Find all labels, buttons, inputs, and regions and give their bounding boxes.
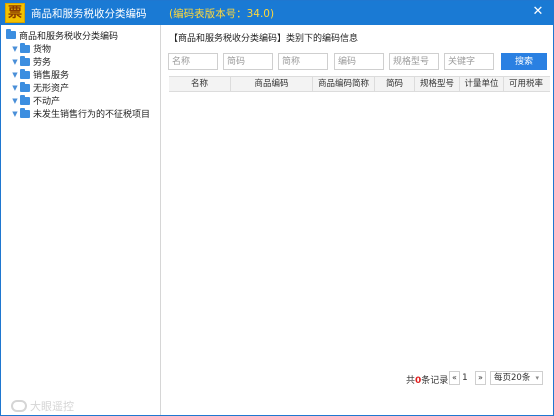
page-size-value: 每页20条 xyxy=(494,373,531,383)
tree-root-label: 商品和服务税收分类编码 xyxy=(19,31,119,42)
prev-page-button[interactable]: « xyxy=(449,371,460,385)
code-table-version: (编码表版本号：34.0) xyxy=(169,8,275,20)
tree-item-real-estate[interactable]: ▼ 不动产 xyxy=(11,94,60,107)
window-title: 商品和服务税收分类编码 xyxy=(31,8,147,20)
remote-watermark: 大眼遥控 xyxy=(11,398,74,414)
folder-icon xyxy=(20,55,30,66)
folder-icon xyxy=(20,94,30,105)
chevron-down-icon[interactable]: ▼ xyxy=(11,84,19,92)
chevron-down-icon[interactable]: ▼ xyxy=(11,97,19,105)
table-body xyxy=(169,92,550,379)
current-page: 1 xyxy=(462,373,468,383)
chevron-down-icon[interactable]: ▼ xyxy=(11,58,19,66)
eye-logo-icon xyxy=(11,400,27,412)
column-header-short-code[interactable]: 简码 xyxy=(375,77,415,91)
close-button[interactable]: ✕ xyxy=(531,5,545,19)
folder-icon xyxy=(20,42,30,53)
next-page-button[interactable]: » xyxy=(475,371,486,385)
column-header-tax-rate[interactable]: 可用税率 xyxy=(504,77,550,91)
record-count: 共0条记录 xyxy=(406,376,449,386)
tree-item-non-taxable[interactable]: ▼ 未发生销售行为的不征税项目 xyxy=(11,107,150,120)
search-button[interactable]: 搜索 xyxy=(501,53,547,70)
tree-item-label: 劳务 xyxy=(33,58,52,68)
code-info-panel: 【商品和服务税收分类编码】类别下的编码信息 搜索 名称 商品编码 商品编码简称 … xyxy=(162,25,553,415)
chevron-down-icon[interactable]: ▼ xyxy=(11,71,19,79)
invoice-app-icon: 票 xyxy=(5,3,25,23)
keyword-filter-input[interactable] xyxy=(444,53,494,70)
title-bar: 票 商品和服务税收分类编码 (编码表版本号：34.0) ✕ xyxy=(1,1,553,25)
chevron-down-icon[interactable]: ▼ xyxy=(11,45,19,53)
folder-icon xyxy=(6,29,16,39)
code-filter-input[interactable] xyxy=(334,53,384,70)
folder-icon xyxy=(20,68,30,79)
tree-item-intangible-assets[interactable]: ▼ 无形资产 xyxy=(11,81,69,94)
watermark-text: 大眼遥控 xyxy=(30,400,74,413)
name-filter-input[interactable] xyxy=(168,53,218,70)
folder-icon xyxy=(20,107,30,118)
tree-root[interactable]: 商品和服务税收分类编码 xyxy=(6,28,118,42)
chevron-down-icon[interactable]: ▼ xyxy=(11,110,19,118)
app-window: 票 商品和服务税收分类编码 (编码表版本号：34.0) ✕ 商品和服务税收分类编… xyxy=(0,0,554,416)
folder-icon xyxy=(20,81,30,92)
column-header-unit[interactable]: 计量单位 xyxy=(460,77,504,91)
tree-item-labor[interactable]: ▼ 劳务 xyxy=(11,55,51,68)
column-header-name[interactable]: 名称 xyxy=(169,77,231,91)
column-header-product-code[interactable]: 商品编码 xyxy=(231,77,313,91)
tree-item-label: 不动产 xyxy=(33,97,61,107)
tree-item-label: 货物 xyxy=(33,45,52,55)
chevron-down-icon: ▾ xyxy=(535,374,539,382)
short-code-filter-input[interactable] xyxy=(223,53,273,70)
short-name-filter-input[interactable] xyxy=(278,53,328,70)
table-header: 名称 商品编码 商品编码简称 简码 规格型号 计量单位 可用税率 xyxy=(169,76,550,92)
category-tree: 商品和服务税收分类编码 ▼ 货物 ▼ 劳务 ▼ 销售服务 ▼ 无形资产 ▼ 不动… xyxy=(1,25,161,415)
column-header-spec[interactable]: 规格型号 xyxy=(415,77,460,91)
tree-item-label: 未发生销售行为的不征税项目 xyxy=(33,110,151,120)
page-size-select[interactable]: 每页20条 ▾ xyxy=(490,371,543,385)
column-header-code-short-name[interactable]: 商品编码简称 xyxy=(313,77,375,91)
tree-item-label: 销售服务 xyxy=(33,71,70,81)
tree-item-goods[interactable]: ▼ 货物 xyxy=(11,42,51,55)
spec-filter-input[interactable] xyxy=(389,53,439,70)
category-info-heading: 【商品和服务税收分类编码】类别下的编码信息 xyxy=(169,34,359,44)
tree-item-label: 无形资产 xyxy=(33,84,70,94)
tree-item-sales-service[interactable]: ▼ 销售服务 xyxy=(11,68,69,81)
pagination: 共0条记录 « 1 » 每页20条 ▾ xyxy=(162,370,553,386)
